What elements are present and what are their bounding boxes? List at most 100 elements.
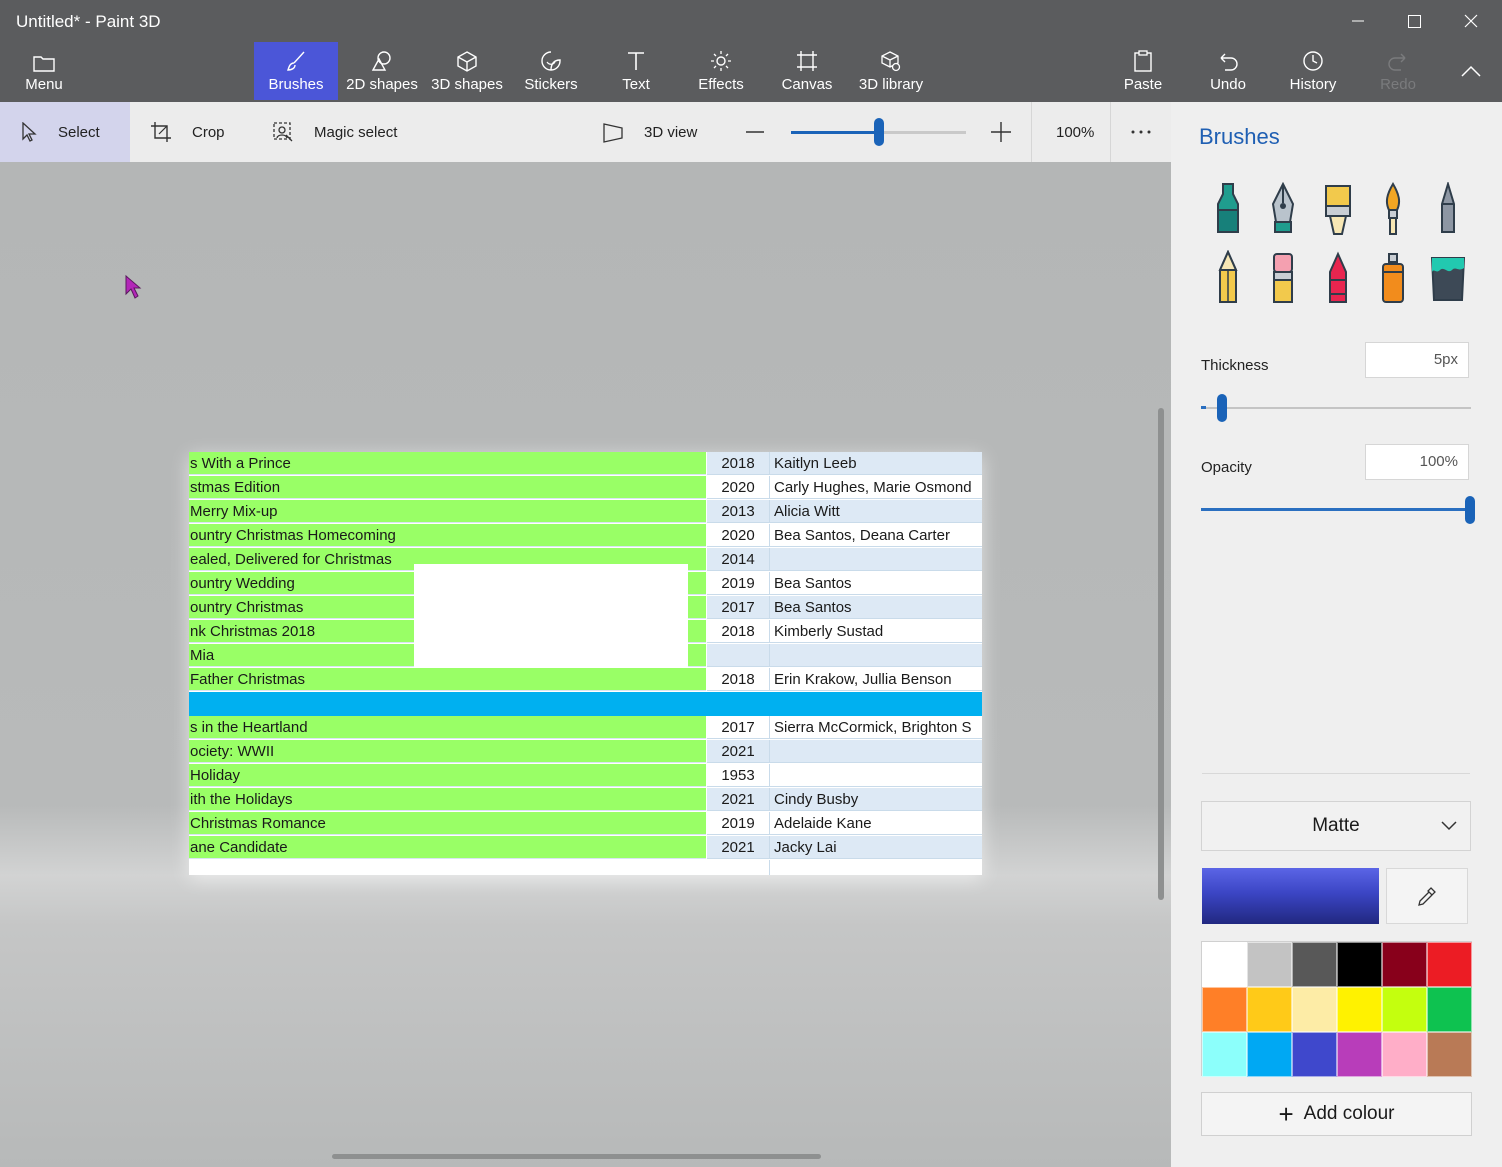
zoom-in-button[interactable] <box>990 102 1032 162</box>
paste-button[interactable]: Paste <box>1114 42 1172 100</box>
3d-library-icon <box>881 51 901 72</box>
cell-year: 2014 <box>707 548 770 571</box>
oil-brush-icon[interactable] <box>1318 182 1358 238</box>
palette-swatch[interactable] <box>1337 1032 1382 1077</box>
palette-swatch[interactable] <box>1247 987 1292 1032</box>
palette-swatch[interactable] <box>1202 942 1247 987</box>
palette-swatch[interactable] <box>1292 942 1337 987</box>
select-tool[interactable]: Select <box>0 102 130 162</box>
magic-select-tool[interactable]: Magic select <box>272 102 397 162</box>
calligraphy-pen-icon[interactable] <box>1263 182 1303 238</box>
cell-year: 2018 <box>707 452 770 475</box>
cell-cast: Jacky Lai <box>770 836 982 859</box>
zoom-value[interactable]: 100% <box>1056 102 1094 162</box>
history-button[interactable]: History <box>1282 42 1344 100</box>
thickness-label: Thickness <box>1201 357 1269 374</box>
pixel-pen-icon[interactable] <box>1428 182 1468 238</box>
tab-2d-shapes-label: 2D shapes <box>346 76 418 93</box>
tab-canvas[interactable]: Canvas <box>776 42 838 100</box>
spray-can-icon[interactable] <box>1373 250 1413 306</box>
close-button[interactable] <box>1443 0 1499 42</box>
undo-button[interactable]: Undo <box>1200 42 1256 100</box>
palette-swatch[interactable] <box>1382 942 1427 987</box>
cell-year: 2018 <box>707 668 770 691</box>
finish-dropdown[interactable]: Matte <box>1201 801 1471 851</box>
watercolor-icon[interactable] <box>1373 182 1413 238</box>
cell-cast: Bea Santos <box>770 572 982 595</box>
table-row: Father Christmas 2018 Erin Krakow, Jullia … <box>189 668 982 692</box>
cell-year: 2018 <box>707 620 770 643</box>
cell-title: Holiday <box>189 764 706 787</box>
tab-stickers-label: Stickers <box>524 76 578 93</box>
more-options-button[interactable] <box>1130 102 1172 162</box>
tab-brushes[interactable]: Brushes <box>254 42 338 100</box>
pencil-icon[interactable] <box>1208 250 1248 306</box>
cell-cast <box>770 860 982 875</box>
zoom-slider[interactable] <box>791 118 966 146</box>
redo-button[interactable]: Redo <box>1370 42 1426 100</box>
palette-swatch[interactable] <box>1247 1032 1292 1077</box>
cell-cast: Bea Santos <box>770 596 982 619</box>
vertical-scrollbar[interactable] <box>1158 408 1164 900</box>
palette-swatch[interactable] <box>1337 942 1382 987</box>
magic-select-label: Magic select <box>314 123 398 141</box>
palette-swatch[interactable] <box>1382 1032 1427 1077</box>
thickness-slider[interactable] <box>1201 407 1471 409</box>
eyedropper-button[interactable] <box>1386 868 1468 924</box>
add-colour-button[interactable]: + Add colour <box>1201 1092 1472 1136</box>
palette-swatch[interactable] <box>1427 942 1472 987</box>
cell-cast: Kimberly Sustad <box>770 620 982 643</box>
cell-title: ith the Holidays <box>189 788 706 811</box>
window-title: Untitled* - Paint 3D <box>16 12 161 31</box>
palette-swatch[interactable] <box>1247 942 1292 987</box>
chevron-up-icon <box>1461 65 1481 77</box>
horizontal-scrollbar[interactable] <box>332 1154 821 1159</box>
opacity-slider-thumb[interactable] <box>1465 496 1475 524</box>
palette-swatch[interactable] <box>1427 987 1472 1032</box>
menu-button[interactable]: Menu <box>8 42 80 100</box>
cell-year: 2020 <box>707 524 770 547</box>
crayon-icon[interactable] <box>1318 250 1358 306</box>
current-color-swatch[interactable] <box>1202 868 1379 924</box>
white-rectangle[interactable] <box>414 564 688 667</box>
tab-text[interactable]: Text <box>606 42 666 100</box>
cell-title: Merry Mix-up <box>189 500 706 523</box>
eraser-icon[interactable] <box>1263 250 1303 306</box>
palette-swatch[interactable] <box>1202 1032 1247 1077</box>
brushes-panel: Brushes Thickness 5px Opacity 100% Matte… <box>1171 102 1502 1167</box>
opacity-field[interactable]: 100% <box>1365 444 1469 480</box>
fill-bucket-icon[interactable] <box>1428 250 1468 306</box>
tab-3d-library[interactable]: 3D library <box>852 42 930 100</box>
crop-label: Crop <box>192 123 225 141</box>
zoom-slider-thumb[interactable] <box>874 118 884 146</box>
crop-tool[interactable]: Crop <box>150 102 225 162</box>
tab-3d-shapes[interactable]: 3D shapes <box>428 42 506 100</box>
cell-title: Christmas Romance <box>189 812 706 835</box>
palette-swatch[interactable] <box>1292 1032 1337 1077</box>
tab-canvas-label: Canvas <box>781 76 833 93</box>
toolbar-divider <box>1031 102 1032 162</box>
palette-swatch[interactable] <box>1427 1032 1472 1077</box>
marker-icon[interactable] <box>1208 182 1248 238</box>
eyedropper-icon <box>1418 887 1436 906</box>
plus-icon <box>991 122 1011 142</box>
cell-title: s in the Heartland <box>189 716 706 739</box>
tab-stickers[interactable]: Stickers <box>516 42 586 100</box>
collapse-ribbon-button[interactable] <box>1443 50 1499 92</box>
palette-swatch[interactable] <box>1337 987 1382 1032</box>
palette-swatch[interactable] <box>1202 987 1247 1032</box>
minimize-button[interactable] <box>1330 0 1386 42</box>
3d-view-label: 3D view <box>644 123 698 141</box>
thickness-field[interactable]: 5px <box>1365 342 1469 378</box>
palette-swatch[interactable] <box>1382 987 1427 1032</box>
table-row: ountry Christmas Homecoming 2020 Bea Santo… <box>189 524 982 548</box>
zoom-out-button[interactable] <box>745 102 785 162</box>
3d-view-toggle[interactable]: 3D view <box>602 102 697 162</box>
maximize-button[interactable] <box>1386 0 1442 42</box>
palette-swatch[interactable] <box>1292 987 1337 1032</box>
canvas-document[interactable]: s With a Prince 2018 Kaitlyn Leeb stmas Edi… <box>189 452 982 875</box>
tab-effects[interactable]: Effects <box>690 42 752 100</box>
thickness-slider-thumb[interactable] <box>1217 394 1227 422</box>
tab-brushes-label: Brushes <box>268 76 324 93</box>
tab-2d-shapes[interactable]: 2D shapes <box>342 42 422 100</box>
